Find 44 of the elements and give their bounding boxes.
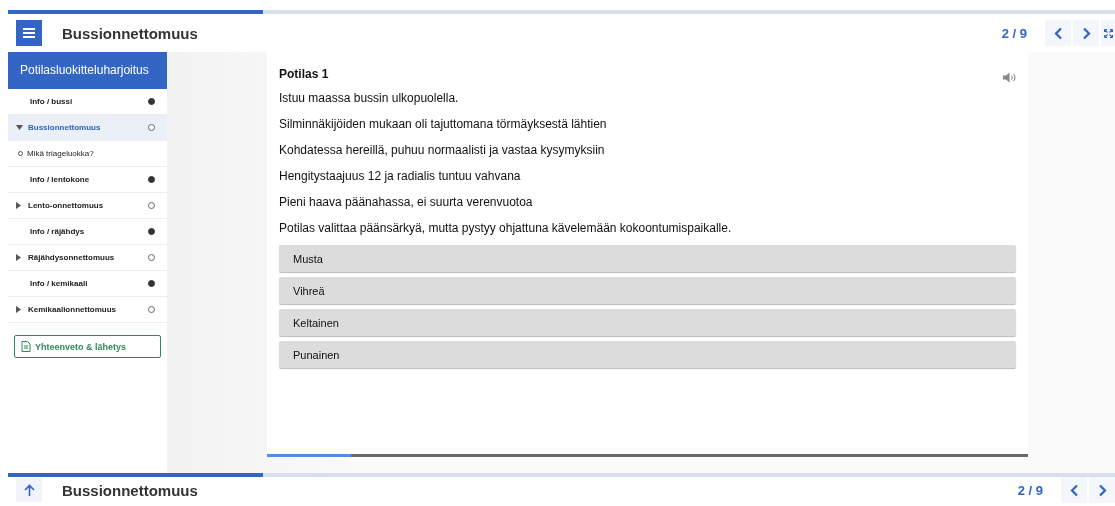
item-label: Räjähdysonnettomuus (28, 253, 116, 262)
course-title: Potilasluokitteluharjoitus (8, 52, 167, 89)
text-line: Silminnäkijöiden mukaan oli tajuttomana törmäyksestä lähtien (278, 116, 608, 133)
speaker-icon (1003, 72, 1016, 83)
item-label: Mikä triageluokka? (27, 149, 95, 158)
chevron-left-icon (1069, 483, 1079, 497)
page-counter: 2 / 9 (1017, 482, 1043, 498)
item-label: Bussionnettomuus (28, 123, 102, 132)
next-button[interactable] (1073, 20, 1099, 46)
item-label: Info / bussi (30, 97, 74, 106)
answer-option[interactable]: Vihreä (279, 277, 1016, 304)
fullscreen-button[interactable] (1101, 20, 1115, 46)
audio-button[interactable] (1003, 72, 1016, 83)
menu-icon (23, 28, 35, 38)
scroll-up-button[interactable] (16, 478, 42, 502)
answer-option[interactable]: Musta (279, 245, 1016, 272)
patient-title: Potilas 1 (279, 66, 329, 81)
item-label: Lento-onnettomuus (28, 201, 105, 210)
page-counter: 2 / 9 (1001, 25, 1027, 41)
answer-option[interactable]: Keltainen (279, 309, 1016, 336)
previous-button[interactable] (1045, 20, 1071, 46)
page-title: Bussionnettomuus (62, 24, 198, 42)
text-line: Pieni haava päänahassa, ei suurta verenvuotoa (278, 194, 534, 211)
chevron-right-icon (1097, 483, 1107, 497)
menu-button[interactable] (16, 20, 42, 46)
text-line: Istuu maassa bussin ulkopuolella. (278, 90, 460, 107)
item-label: Info / kemikaali (30, 279, 89, 288)
fullscreen-icon (1103, 28, 1113, 38)
item-label: Info / lentokone (30, 175, 91, 184)
next-button[interactable] (1089, 477, 1115, 503)
sidebar-item[interactable]: Bussionnettomuus (8, 115, 167, 141)
item-label: Kemikaalionnettomuus (28, 305, 117, 314)
arrow-up-icon (23, 484, 35, 496)
text-line: Potilas valittaa päänsärkyä, mutta pystyy ohjattuna kävelemään kokoontumispaikalle. (278, 220, 733, 237)
previous-button[interactable] (1061, 477, 1087, 503)
page-title: Bussionnettomuus (62, 481, 198, 499)
chevron-right-icon (1081, 26, 1091, 40)
answer-option[interactable]: Punainen (279, 341, 1016, 368)
text-line: Kohdatessa hereillä, puhuu normaalisti ja vastaa kysymyksiin (278, 142, 606, 159)
text-line: Hengitystaajuus 12 ja radialis tuntuu vahvana (278, 168, 522, 185)
chevron-left-icon (1053, 26, 1063, 40)
summary-button[interactable]: Yhteenveto & lähetys (14, 335, 161, 358)
document-icon (21, 341, 31, 352)
item-label: Info / räjähdys (30, 227, 86, 236)
